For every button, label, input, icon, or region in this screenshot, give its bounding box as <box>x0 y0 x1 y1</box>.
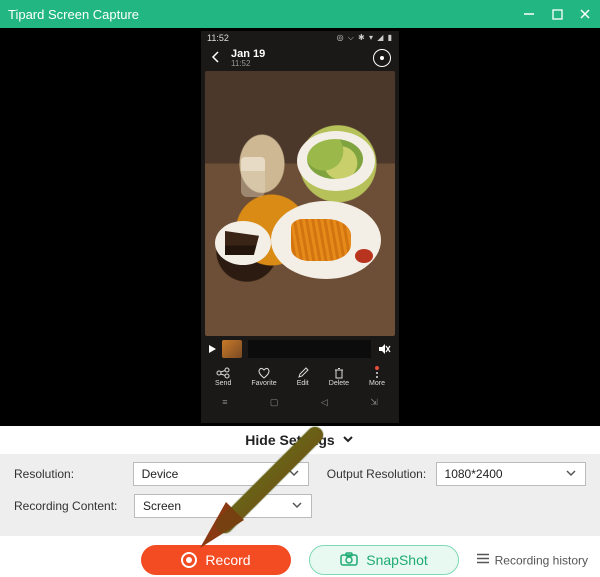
snapshot-label: SnapShot <box>366 552 428 568</box>
phone-action-send[interactable]: Send <box>215 367 231 387</box>
play-icon[interactable] <box>209 345 216 353</box>
phone-action-favorite[interactable]: Favorite <box>251 367 276 387</box>
window-controls <box>522 7 592 21</box>
chevron-down-icon <box>291 499 303 514</box>
scrub-track[interactable] <box>248 340 371 358</box>
resolution-label: Resolution: <box>14 467 133 481</box>
chevron-down-icon <box>565 467 577 482</box>
nav-dismiss-icon[interactable]: ⇲ <box>370 397 378 408</box>
camera-icon <box>340 552 358 569</box>
minimize-button[interactable] <box>522 7 536 21</box>
title-bar: Tipard Screen Capture <box>0 0 600 28</box>
nav-home-icon[interactable]: ▢ <box>270 397 279 408</box>
record-label: Record <box>205 552 250 568</box>
app-title: Tipard Screen Capture <box>8 7 139 22</box>
phone-status-bar: 11:52 ◎ ⌵ ✱ ▾ ◢ ▮ <box>201 31 399 45</box>
recording-history-link[interactable]: Recording history <box>476 553 588 568</box>
lens-icon[interactable] <box>373 49 391 67</box>
output-resolution-label: Output Resolution: <box>327 467 436 481</box>
settings-toggle-label: Hide Settings <box>245 432 334 448</box>
maximize-button[interactable] <box>550 7 564 21</box>
phone-action-row: Send Favorite Edit Delete More <box>201 362 399 392</box>
resolution-value: Device <box>142 467 179 481</box>
nav-menu-icon[interactable]: ≡ <box>222 397 227 407</box>
phone-status-icons: ◎ ⌵ ✱ ▾ ◢ ▮ <box>337 33 393 43</box>
recording-history-label: Recording history <box>495 553 588 567</box>
list-icon <box>476 553 490 568</box>
capture-viewport: 11:52 ◎ ⌵ ✱ ▾ ◢ ▮ Jan 19 11:52 <box>0 28 600 426</box>
nav-back-icon[interactable]: ◁ <box>321 397 328 408</box>
record-icon <box>181 552 197 568</box>
phone-action-edit[interactable]: Edit <box>297 367 309 387</box>
snapshot-button[interactable]: SnapShot <box>309 545 459 575</box>
phone-status-time: 11:52 <box>207 33 229 43</box>
recording-content-select[interactable]: Screen <box>134 494 312 518</box>
recording-content-label: Recording Content: <box>14 499 134 513</box>
phone-date: Jan 19 11:52 <box>231 49 265 68</box>
chevron-down-icon <box>341 432 355 449</box>
back-icon[interactable] <box>209 50 223 66</box>
settings-toggle[interactable]: Hide Settings <box>0 426 600 454</box>
settings-panel: Resolution: Device Output Resolution: 10… <box>0 454 600 536</box>
phone-action-delete[interactable]: Delete <box>329 367 349 387</box>
output-resolution-select[interactable]: 1080*2400 <box>436 462 586 486</box>
resolution-select[interactable]: Device <box>133 462 309 486</box>
phone-header: Jan 19 11:52 <box>201 45 399 71</box>
phone-nav-bar: ≡ ▢ ◁ ⇲ <box>201 392 399 412</box>
phone-scrubber <box>201 336 399 362</box>
recording-content-value: Screen <box>143 499 181 513</box>
chevron-down-icon <box>288 467 300 482</box>
device-preview: 11:52 ◎ ⌵ ✱ ▾ ◢ ▮ Jan 19 11:52 <box>201 31 399 423</box>
phone-photo[interactable] <box>205 71 395 336</box>
record-button[interactable]: Record <box>141 545 291 575</box>
action-bar: Record SnapShot Recording history <box>0 536 600 577</box>
phone-action-more[interactable]: More <box>369 367 385 387</box>
output-resolution-value: 1080*2400 <box>445 467 503 481</box>
scrub-thumbnail[interactable] <box>222 340 242 358</box>
mute-icon[interactable] <box>377 342 391 356</box>
close-button[interactable] <box>578 7 592 21</box>
